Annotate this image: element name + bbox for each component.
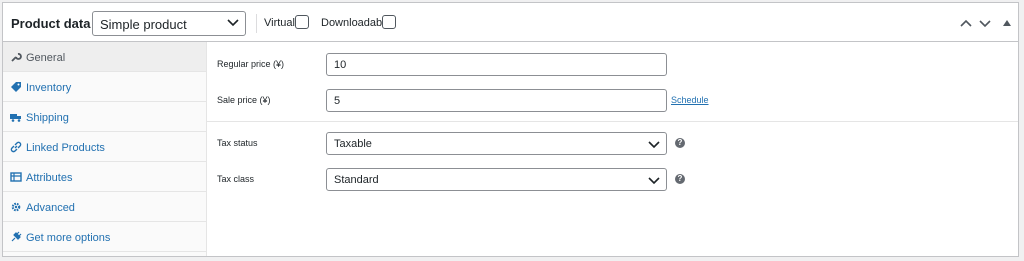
virtual-label: Virtual: <box>264 17 299 29</box>
product-type-value: Simple product <box>100 17 187 32</box>
tax-status-label: Tax status <box>217 138 258 148</box>
tab-label: Attributes <box>26 172 73 184</box>
tab-label: General <box>26 52 66 64</box>
virtual-checkbox[interactable] <box>295 15 309 29</box>
tab-label: Shipping <box>26 112 69 124</box>
tab-label: Linked Products <box>26 142 105 154</box>
product-data-panel: Product data — Simple product Virtual: D… <box>2 2 1019 257</box>
chevron-down-icon <box>227 19 239 27</box>
sale-price-value: 5 <box>334 95 341 107</box>
regular-price-value: 10 <box>334 59 347 71</box>
move-down-icon[interactable] <box>977 15 993 31</box>
tax-class-value: Standard <box>334 174 379 186</box>
regular-price-label: Regular price (¥) <box>217 59 285 69</box>
plugin-icon <box>11 231 22 242</box>
tax-class-select[interactable]: Standard <box>326 168 667 191</box>
move-up-icon[interactable] <box>958 15 974 31</box>
truck-icon <box>10 114 21 122</box>
tab-linked-products[interactable]: Linked Products <box>3 132 206 162</box>
tab-label: Advanced <box>26 202 75 214</box>
tab-attributes[interactable]: Attributes <box>3 162 206 192</box>
tab-inventory[interactable]: Inventory <box>3 72 206 102</box>
table-icon <box>10 172 22 182</box>
sale-price-label: Sale price (¥) <box>217 95 271 105</box>
chevron-down-icon <box>648 141 660 149</box>
panel-header: Product data — Simple product Virtual: D… <box>3 3 1018 42</box>
downloadable-checkbox[interactable] <box>382 15 396 29</box>
section-divider <box>207 121 1018 122</box>
tab-label: Inventory <box>26 82 72 94</box>
sale-price-input[interactable]: 5 <box>326 89 667 112</box>
tab-label: Get more options <box>26 232 111 244</box>
tax-status-value: Taxable <box>334 138 372 150</box>
tab-get-more-options[interactable]: Get more options <box>3 222 206 252</box>
tab-advanced[interactable]: Advanced <box>3 192 206 222</box>
regular-price-input[interactable]: 10 <box>326 53 667 76</box>
collapse-icon[interactable] <box>999 15 1015 31</box>
tax-status-select[interactable]: Taxable <box>326 132 667 155</box>
tag-icon <box>11 82 21 92</box>
tax-status-help-icon[interactable]: ? <box>675 138 685 148</box>
schedule-link[interactable]: Schedule <box>671 95 709 105</box>
gear-icon <box>11 202 21 212</box>
header-separator <box>256 14 257 33</box>
tax-class-label: Tax class <box>217 174 255 184</box>
product-data-tabs: General Inventory Shipping Linked Produc… <box>3 42 207 256</box>
tax-class-help-icon[interactable]: ? <box>675 174 685 184</box>
tab-general[interactable]: General <box>3 42 206 72</box>
chevron-down-icon <box>648 177 660 185</box>
tab-shipping[interactable]: Shipping <box>3 102 206 132</box>
product-type-select[interactable]: Simple product <box>92 11 246 36</box>
link-icon <box>10 141 22 153</box>
wrench-icon <box>11 53 22 62</box>
